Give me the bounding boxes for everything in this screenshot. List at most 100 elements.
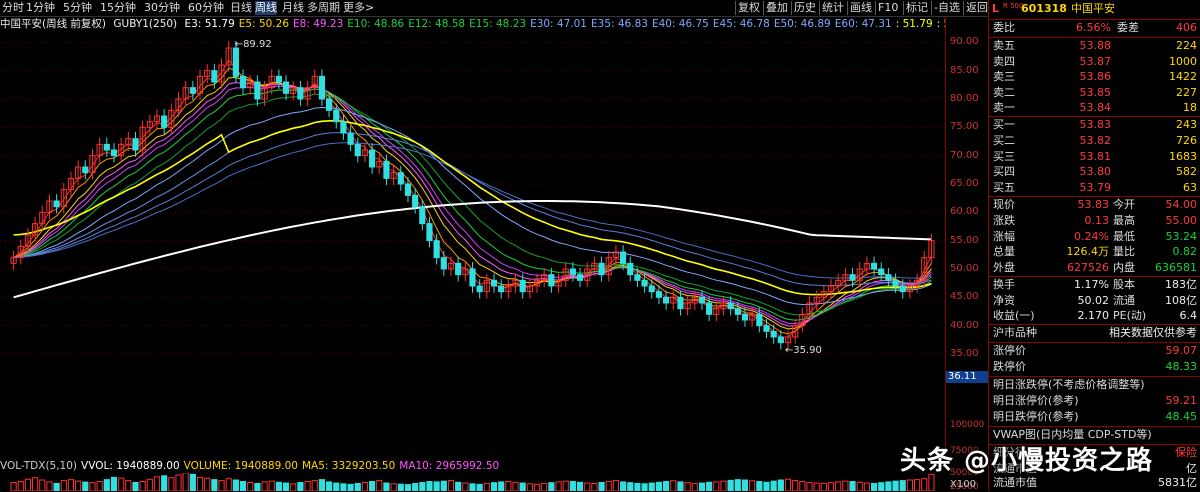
volume-bar[interactable]: [82, 481, 89, 491]
volume-bar[interactable]: [727, 479, 734, 491]
volume-bar[interactable]: [168, 477, 175, 491]
candle[interactable]: [741, 307, 749, 327]
period-tab-fenshi[interactable]: 分时: [2, 1, 24, 15]
candle[interactable]: [53, 194, 60, 214]
volume-bar[interactable]: [784, 478, 792, 491]
volume-bar[interactable]: [827, 482, 835, 491]
candle[interactable]: [483, 273, 490, 299]
volume-bar[interactable]: [340, 483, 347, 491]
ask-row[interactable]: 卖五 53.88 224: [989, 38, 1200, 54]
candle[interactable]: [376, 154, 383, 174]
candle[interactable]: [440, 250, 447, 276]
candle[interactable]: [627, 256, 634, 282]
volume-bar[interactable]: [799, 481, 806, 491]
candle[interactable]: [182, 80, 189, 106]
volume-bar[interactable]: [182, 473, 189, 491]
volume-bar[interactable]: [698, 482, 706, 491]
candle[interactable]: [282, 75, 290, 101]
candle[interactable]: [498, 279, 505, 299]
candle[interactable]: [10, 250, 17, 271]
volume-bar[interactable]: [412, 482, 419, 491]
candle[interactable]: [684, 296, 691, 316]
volume-bar[interactable]: [318, 479, 326, 491]
volume-bar[interactable]: [297, 481, 304, 491]
volume-bar[interactable]: [619, 481, 627, 491]
volume-bar[interactable]: [433, 481, 440, 491]
period-tab-60min[interactable]: 60分钟: [188, 1, 224, 15]
volume-bar[interactable]: [218, 480, 225, 491]
volume-bar[interactable]: [333, 482, 340, 491]
period-tab-monthly[interactable]: 月线: [282, 1, 304, 15]
volume-bar[interactable]: [125, 480, 132, 491]
volume-bar[interactable]: [32, 477, 39, 491]
ask-row[interactable]: 卖一 53.84 18: [989, 100, 1200, 116]
volume-bar[interactable]: [641, 483, 648, 491]
candle[interactable]: [153, 109, 161, 129]
candle[interactable]: [827, 279, 835, 299]
period-tab-daily[interactable]: 日线: [230, 1, 252, 15]
volume-bar[interactable]: [921, 478, 928, 491]
volume-bar[interactable]: [232, 479, 239, 491]
volume-bar[interactable]: [706, 481, 713, 491]
volume-bar[interactable]: [39, 479, 46, 491]
volume-bar[interactable]: [175, 474, 182, 491]
volume-bar[interactable]: [734, 479, 741, 491]
volume-bar[interactable]: [849, 481, 856, 491]
volume-bar[interactable]: [354, 482, 361, 491]
candle[interactable]: [390, 165, 397, 186]
volume-bar[interactable]: [132, 481, 139, 491]
volume-bar[interactable]: [870, 482, 878, 491]
candle[interactable]: [311, 69, 318, 95]
volume-bar[interactable]: [146, 478, 153, 491]
volume-bar[interactable]: [498, 481, 505, 491]
volume-bar[interactable]: [397, 483, 404, 491]
volume-bar[interactable]: [691, 482, 698, 491]
volume-bar[interactable]: [419, 481, 426, 491]
volume-bar[interactable]: [89, 482, 96, 491]
candle[interactable]: [139, 120, 146, 157]
candle[interactable]: [225, 41, 232, 72]
volume-bar[interactable]: [569, 481, 576, 491]
candle[interactable]: [447, 256, 455, 276]
candle[interactable]: [885, 267, 892, 288]
volume-bar[interactable]: [591, 482, 598, 491]
volume-bar[interactable]: [447, 480, 455, 491]
ask-row[interactable]: 卖三 53.86 1422: [989, 69, 1200, 85]
volume-bar[interactable]: [153, 476, 161, 491]
volume-bar[interactable]: [67, 479, 75, 491]
bid-row[interactable]: 买二 53.82 726: [989, 133, 1200, 149]
candle[interactable]: [541, 267, 548, 288]
statistics-button[interactable]: 统计: [819, 1, 844, 15]
volume-bar[interactable]: [892, 480, 899, 491]
candle[interactable]: [175, 92, 182, 118]
candle[interactable]: [598, 256, 605, 282]
volume-bar[interactable]: [225, 478, 232, 491]
candle[interactable]: [505, 279, 512, 299]
volume-bar[interactable]: [684, 482, 691, 491]
volume-bar[interactable]: [75, 480, 82, 491]
volume-bar[interactable]: [777, 479, 784, 491]
candle[interactable]: [856, 262, 863, 288]
volume-bar[interactable]: [455, 481, 462, 491]
candle[interactable]: [455, 256, 462, 282]
volume-bar[interactable]: [835, 481, 842, 491]
volume-bar[interactable]: [813, 482, 820, 491]
candle[interactable]: [96, 137, 103, 163]
candle[interactable]: [863, 256, 870, 276]
candle[interactable]: [770, 324, 777, 344]
bid-row[interactable]: 买三 53.81 1683: [989, 149, 1200, 165]
candle[interactable]: [612, 245, 619, 265]
volume-bar[interactable]: [60, 480, 67, 491]
volume-bar[interactable]: [842, 480, 849, 491]
volume-bar[interactable]: [806, 481, 813, 491]
volume-bar[interactable]: [247, 481, 254, 491]
back-button[interactable]: 返回: [963, 1, 988, 15]
volume-bar[interactable]: [756, 481, 763, 491]
candle[interactable]: [713, 301, 720, 322]
volume-bar[interactable]: [878, 482, 885, 491]
volume-bar[interactable]: [576, 481, 584, 491]
candle[interactable]: [239, 69, 247, 95]
ask-row[interactable]: 卖二 53.85 227: [989, 85, 1200, 101]
volume-bar[interactable]: [10, 481, 17, 491]
volume-bar[interactable]: [290, 483, 297, 491]
